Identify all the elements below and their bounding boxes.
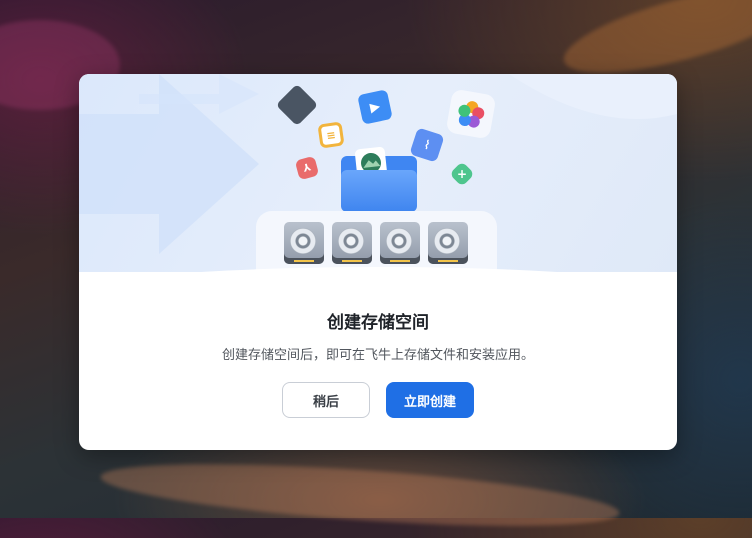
video-icon: ▶ <box>357 89 393 125</box>
create-storage-dialog: ▶ ≡ ⌇ ⅄ + 创建存储空间 创建存储空间后，即可在飞牛上存储文件和安装应用… <box>79 74 677 450</box>
hard-drive-icon <box>428 222 468 264</box>
hard-drive-icon <box>332 222 372 264</box>
create-now-button[interactable]: 立即创建 <box>386 382 474 418</box>
folder-icon <box>341 170 417 212</box>
pinwheel-icon <box>458 101 485 128</box>
storage-illustration: ▶ ≡ ⌇ ⅄ + <box>79 74 677 297</box>
hard-drive-icon <box>284 222 324 264</box>
later-button[interactable]: 稍后 <box>282 382 370 418</box>
notes-icon: ≡ <box>317 121 345 149</box>
wallpaper-streak <box>98 451 622 538</box>
dialog-description: 创建存储空间后，即可在飞牛上存储文件和安装应用。 <box>221 348 534 363</box>
hard-drive-icon <box>380 222 420 264</box>
photos-icon <box>445 88 497 140</box>
dialog-title: 创建存储空间 <box>327 313 429 333</box>
